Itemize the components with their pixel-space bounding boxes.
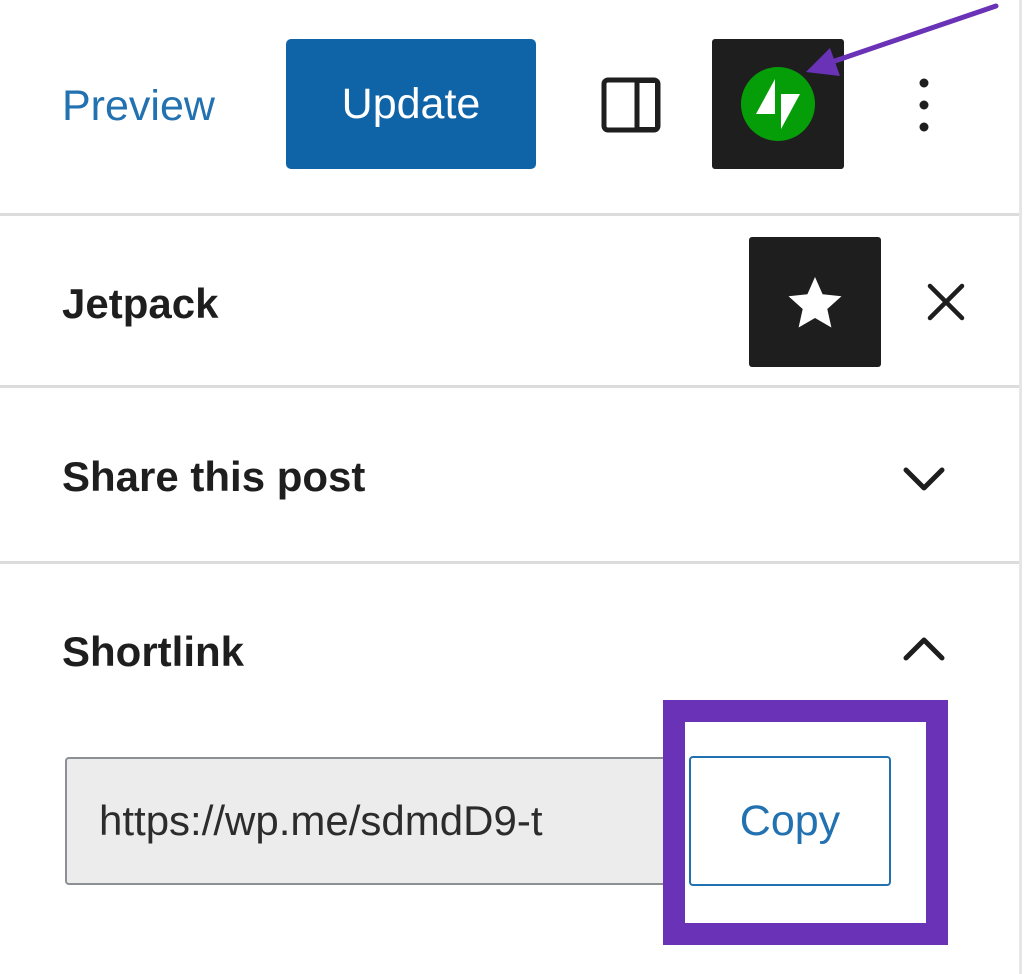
preview-link[interactable]: Preview [62,78,215,134]
chevron-down-icon [903,467,945,491]
section-title-share[interactable]: Share this post [62,452,365,502]
annotation-arrow-icon [806,3,999,76]
update-button[interactable]: Update [286,39,536,169]
settings-sidebar-toggle[interactable] [598,74,666,138]
header-divider [0,213,1020,216]
chevron-up-icon [903,637,945,661]
star-icon [788,277,842,328]
close-button[interactable] [924,280,968,324]
section-divider [0,561,1020,564]
star-button[interactable] [749,237,881,367]
close-icon [927,283,965,321]
editor-page: Preview Update Jetpack Share this post S… [0,0,1024,974]
panel-title: Jetpack [62,280,219,327]
section-title-shortlink[interactable]: Shortlink [62,627,244,677]
shortlink-toggle-button[interactable] [900,630,948,666]
share-toggle-button[interactable] [900,462,948,498]
panel-edge [1019,0,1022,974]
copy-button[interactable]: Copy [689,756,891,886]
shortlink-field[interactable] [65,757,705,885]
panel-divider [0,385,1020,388]
sidebar-toggle-icon [601,77,661,133]
